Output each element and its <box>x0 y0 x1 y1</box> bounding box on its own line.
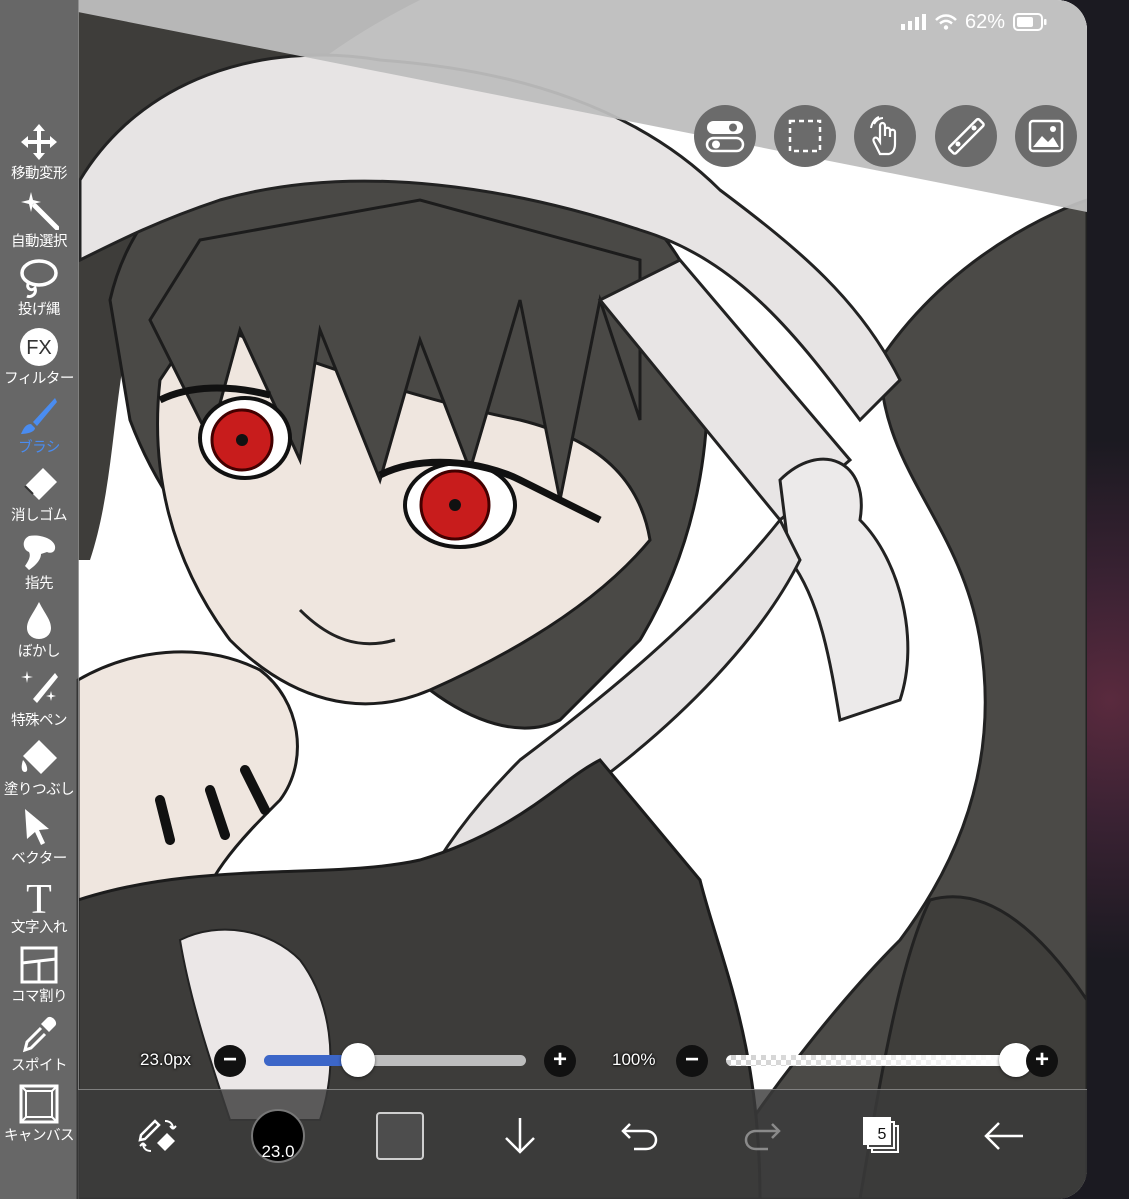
image-icon <box>1028 119 1064 153</box>
brush-size-badge: 23.0 <box>261 1142 295 1161</box>
text-icon-glyph: T <box>26 877 52 916</box>
fx-icon: FX <box>20 328 58 366</box>
tool-label: ブラシ <box>18 440 60 456</box>
back-button[interactable] <box>974 1106 1034 1166</box>
tool-magic-wand[interactable]: 自動選択 <box>0 190 78 258</box>
tool-label: 自動選択 <box>11 234 68 250</box>
magic-wand-icon <box>21 192 59 230</box>
tool-label: 塗りつぶし <box>3 782 75 798</box>
brush-size-thumb[interactable] <box>341 1043 376 1077</box>
color-button[interactable] <box>370 1106 430 1166</box>
tool-label: フィルター <box>4 371 74 387</box>
ruler-icon <box>947 117 985 155</box>
redo-button[interactable] <box>732 1106 792 1166</box>
swap-pen-eraser-icon <box>138 1119 177 1152</box>
tool-vector[interactable]: ベクター <box>0 807 78 875</box>
opacity-plus-button[interactable]: + <box>1026 1045 1058 1077</box>
gesture-icon <box>870 116 897 156</box>
tool-sidebar: 移動変形 自動選択 投げ縄 FX フィルター ブラシ 消しゴム 指先 ぼかし 特… <box>0 0 79 1199</box>
back-arrow-icon <box>984 1122 1023 1150</box>
fill-icon <box>21 740 57 774</box>
toggle-icon <box>705 121 745 153</box>
tool-lasso[interactable]: 投げ縄 <box>0 258 78 326</box>
redo-icon <box>744 1123 781 1151</box>
download-button[interactable] <box>490 1106 550 1166</box>
tool-special-pen[interactable]: 特殊ペン <box>0 669 78 737</box>
ibispaint-app: 62% 移動変形 自動選択 投げ縄 FX フィルター ブラシ 消しゴム 指先 ぼ… <box>0 0 1087 1199</box>
tool-move-transform[interactable]: 移動変形 <box>0 122 78 190</box>
tool-canvas[interactable]: キャンバス <box>0 1084 78 1152</box>
frame-divide-icon <box>20 946 58 984</box>
battery-percent: 62% <box>964 10 1005 33</box>
tool-label: 指先 <box>25 576 54 592</box>
tool-label: 移動変形 <box>11 166 68 182</box>
tool-label: ぼかし <box>18 644 61 660</box>
reference-image-button[interactable] <box>1015 105 1077 167</box>
lasso-icon <box>20 259 58 298</box>
brush-size-value: 23.0px <box>140 1050 192 1069</box>
color-swatch <box>376 1112 424 1160</box>
bottom-toolbar: 23.0 5 <box>78 1089 1087 1199</box>
ruler-button[interactable] <box>935 105 997 167</box>
tool-brush[interactable]: ブラシ <box>0 396 78 464</box>
gesture-button[interactable] <box>854 105 916 167</box>
brush-size-slider[interactable] <box>264 1055 526 1066</box>
tool-label: 投げ縄 <box>18 302 61 318</box>
signal-icon <box>900 14 926 30</box>
tool-blur[interactable]: ぼかし <box>0 600 78 668</box>
blur-icon <box>27 602 51 639</box>
battery-icon <box>1013 13 1047 31</box>
tool-fill[interactable]: 塗りつぶし <box>0 738 78 806</box>
tool-eyedropper[interactable]: スポイト <box>0 1014 78 1082</box>
download-icon <box>505 1118 535 1154</box>
selection-button[interactable] <box>774 105 836 167</box>
tool-finger[interactable]: 指先 <box>0 532 78 600</box>
text-icon: T <box>26 877 52 916</box>
wifi-icon <box>935 14 957 30</box>
tool-frame-divide[interactable]: コマ割り <box>0 945 78 1013</box>
brush-size-minus-button[interactable]: − <box>214 1045 246 1077</box>
layer-count: 5 <box>877 1126 887 1143</box>
tool-label: 文字入れ <box>11 920 68 936</box>
brush-size-plus-button[interactable]: + <box>544 1045 576 1077</box>
tool-label: ベクター <box>11 851 67 867</box>
selection-icon <box>788 119 822 153</box>
tool-filter[interactable]: FX フィルター <box>0 327 78 395</box>
canvas-artwork[interactable] <box>0 0 1087 1199</box>
tool-label: 特殊ペン <box>11 713 68 729</box>
undo-button[interactable] <box>610 1106 670 1166</box>
eraser-icon <box>24 468 57 500</box>
opacity-fill <box>726 1055 1016 1066</box>
tool-label: スポイト <box>11 1058 68 1074</box>
special-pen-icon <box>21 671 58 703</box>
swap-pen-eraser-button[interactable] <box>128 1106 188 1166</box>
tool-label: キャンバス <box>4 1128 75 1144</box>
tool-eraser[interactable]: 消しゴム <box>0 464 78 532</box>
move-icon <box>21 124 57 160</box>
opacity-value: 100% <box>612 1050 656 1069</box>
eyedropper-icon <box>22 1016 57 1053</box>
vector-icon <box>25 809 49 845</box>
canvas-icon <box>19 1084 59 1124</box>
layers-button[interactable]: 5 <box>852 1106 912 1166</box>
tool-label: 消しゴム <box>11 508 68 524</box>
brush-icon <box>21 398 57 434</box>
brush-slider-row: 23.0px − + 100% − + <box>78 1040 1087 1084</box>
toggle-button[interactable] <box>694 105 756 167</box>
tool-text[interactable]: T 文字入れ <box>0 876 78 944</box>
fx-icon-text: FX <box>26 337 52 359</box>
opacity-minus-button[interactable]: − <box>676 1045 708 1077</box>
brush-size-button[interactable]: 23.0 <box>248 1106 308 1166</box>
tool-label: コマ割り <box>11 989 68 1005</box>
finger-icon <box>23 535 56 570</box>
undo-icon <box>621 1123 658 1151</box>
status-bar: 62% <box>900 8 1047 36</box>
opacity-slider[interactable] <box>726 1055 1016 1066</box>
